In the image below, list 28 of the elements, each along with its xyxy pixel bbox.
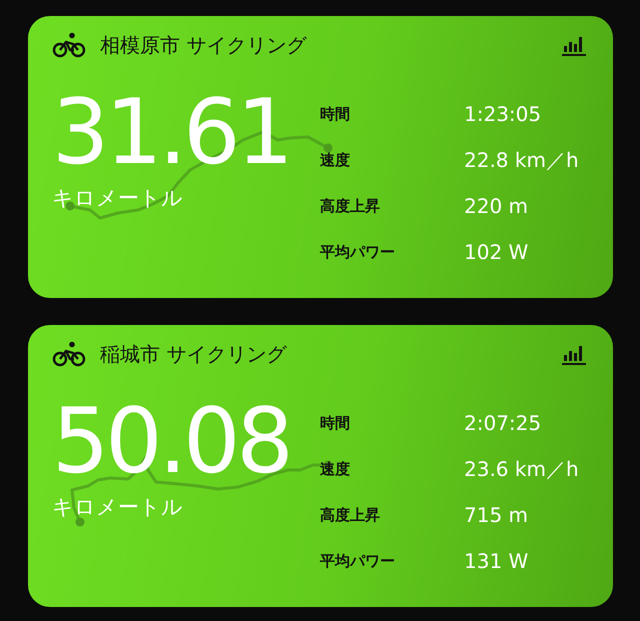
stat-value: 220 m: [464, 194, 530, 218]
chart-icon[interactable]: [561, 343, 587, 365]
stat-value: 23.6 km／h: [464, 457, 579, 481]
stat-value: 2:07:25: [464, 411, 542, 435]
distance-value: 50.08: [52, 397, 290, 487]
stat-value: 715 m: [464, 503, 530, 527]
stat-value: 1:23:05: [464, 102, 542, 126]
chart-icon[interactable]: [561, 34, 587, 56]
distance-unit: キロメートル: [52, 494, 183, 521]
stat-label: 時間: [320, 104, 351, 125]
stat-label: 時間: [320, 413, 351, 434]
activity-title: 稲城市 サイクリング: [100, 340, 286, 368]
activity-card[interactable]: 相模原市 サイクリング 31.61 キロメートル 時間 1:23:05 速度 22.8 km／h 高度上昇 220 m 平均パワー 102 W: [28, 16, 613, 298]
stat-label: 平均パワー: [320, 551, 396, 572]
stat-label: 速度: [320, 459, 351, 480]
stat-value: 102 W: [464, 240, 530, 264]
stat-value: 22.8 km／h: [464, 148, 579, 172]
distance-unit: キロメートル: [52, 185, 183, 212]
stat-label: 速度: [320, 150, 351, 171]
distance-value: 31.61: [52, 88, 290, 178]
cyclist-icon: [52, 32, 86, 58]
stat-label: 高度上昇: [320, 505, 381, 526]
stat-label: 高度上昇: [320, 196, 381, 217]
stat-value: 131 W: [464, 549, 530, 573]
activity-card[interactable]: 稲城市 サイクリング 50.08 キロメートル 時間 2:07:25 速度 23.6 km／h 高度上昇 715 m 平均パワー 131 W: [28, 325, 613, 607]
activity-title: 相模原市 サイクリング: [100, 32, 306, 58]
cyclist-icon: [52, 341, 86, 367]
stat-label: 平均パワー: [320, 242, 396, 263]
